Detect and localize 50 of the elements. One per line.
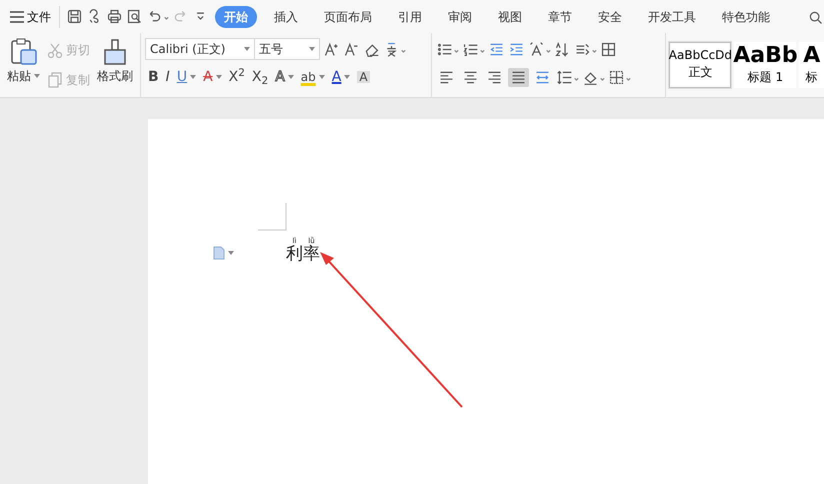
- caret-icon: [344, 75, 350, 79]
- font-color-button[interactable]: A: [328, 70, 354, 84]
- paste-icon: [8, 37, 38, 67]
- caret-icon: [244, 47, 250, 51]
- underline-button[interactable]: U: [174, 70, 200, 84]
- line-spacing-icon[interactable]: [556, 68, 580, 86]
- file-menu[interactable]: 文件: [8, 6, 53, 28]
- super-button[interactable]: X$^{2}$: [226, 70, 248, 84]
- style-preset[interactable]: A 标: [799, 42, 824, 88]
- ribbon-tab[interactable]: 章节: [539, 6, 581, 28]
- ribbon-tab[interactable]: 开发工具: [639, 6, 705, 28]
- caret-icon: [190, 75, 196, 79]
- style-preset[interactable]: AaBbCcDd 正文: [669, 42, 732, 88]
- italic-button[interactable]: I: [162, 70, 173, 84]
- highlight-button[interactable]: ab: [298, 71, 328, 83]
- caret-icon: [34, 74, 40, 78]
- font-size-dropdown[interactable]: 五号: [254, 38, 320, 60]
- table-icon[interactable]: [600, 40, 618, 58]
- border-icon[interactable]: [608, 68, 632, 86]
- print-icon[interactable]: [106, 8, 123, 25]
- shrink-font-icon[interactable]: [343, 40, 360, 58]
- copy-icon: [47, 72, 63, 88]
- ribbon-tab[interactable]: 页面布局: [315, 6, 381, 28]
- ribbon-tab[interactable]: 插入: [265, 6, 307, 28]
- ribbon-tab[interactable]: 审阅: [439, 6, 481, 28]
- character-spacing-icon[interactable]: [528, 40, 552, 58]
- caret-icon: [318, 75, 325, 79]
- paste-button[interactable]: 粘贴: [4, 35, 43, 95]
- grow-font-icon[interactable]: [323, 40, 340, 58]
- ribbon-tab[interactable]: 特色功能: [713, 6, 779, 28]
- save-icon[interactable]: [66, 8, 83, 25]
- sub-button[interactable]: X$_{2}$: [248, 70, 272, 84]
- print-preview-icon[interactable]: [126, 8, 143, 25]
- margin-corner-mark: [258, 203, 287, 231]
- caret-icon: [309, 47, 315, 51]
- outline-button[interactable]: A: [272, 70, 297, 84]
- strike-button[interactable]: A: [200, 70, 225, 84]
- font-family-dropdown[interactable]: Calibri (正文): [145, 38, 255, 60]
- scissors-icon: [47, 42, 63, 58]
- caret-icon: [228, 251, 234, 255]
- caret-icon: [216, 75, 222, 79]
- style-preset[interactable]: AaBb 标题 1: [734, 42, 796, 88]
- ribbon-tab[interactable]: 安全: [589, 6, 631, 28]
- paste-label: 粘贴: [7, 67, 40, 85]
- ribbon-tab[interactable]: 引用: [389, 6, 431, 28]
- ribbon-tab[interactable]: 视图: [489, 6, 531, 28]
- caret-icon: [288, 75, 294, 79]
- menu-icon: [10, 10, 24, 22]
- format-painter-button[interactable]: 格式刷: [94, 35, 136, 95]
- bold-button[interactable]: B: [145, 70, 162, 84]
